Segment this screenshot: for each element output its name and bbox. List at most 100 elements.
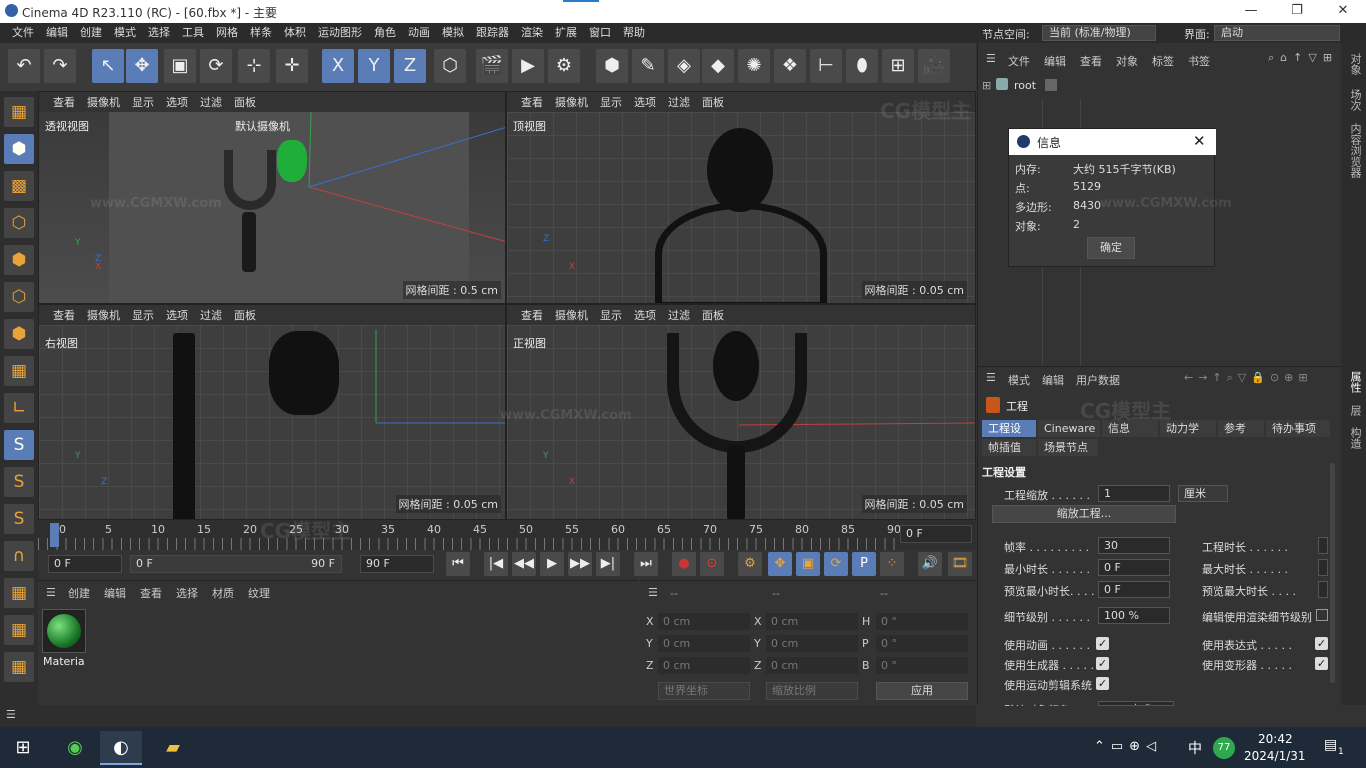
toolbar-tool-icon[interactable]: ⚙ (548, 49, 580, 83)
menu-item[interactable]: 工具 (176, 23, 210, 43)
vp-menu-view[interactable]: 查看 (515, 307, 549, 323)
menu-item[interactable]: 编辑 (40, 23, 74, 43)
mat-menu-select[interactable]: 选择 (176, 585, 198, 601)
key-scale-icon[interactable]: ▣ (796, 552, 820, 576)
vp-menu-options[interactable]: 选项 (160, 94, 194, 110)
left-tool-icon[interactable]: ∟ (4, 393, 34, 423)
vp-menu-camera[interactable]: 摄像机 (549, 307, 594, 323)
coord-field[interactable]: 0 cm (766, 635, 858, 652)
side-tab-attributes[interactable]: 属性 (1347, 371, 1363, 393)
obj-menu-file[interactable]: 文件 (1008, 53, 1030, 69)
menu-item[interactable]: 网格 (210, 23, 244, 43)
left-tool-icon[interactable]: ▦ (4, 578, 34, 608)
notification-icon[interactable]: ▤ (1324, 737, 1337, 753)
current-frame-field[interactable]: 0 F (900, 525, 972, 543)
toolbar-tool-icon[interactable]: ↷ (44, 49, 76, 83)
left-tool-icon[interactable]: ▦ (4, 97, 34, 127)
coord-field[interactable]: 0 cm (766, 613, 858, 630)
prev-key-button[interactable]: |◀ (484, 552, 508, 576)
attr-field-value[interactable] (1318, 581, 1328, 598)
object-toolbar-icons[interactable]: ⌕⌂↑▽⊞ (1268, 51, 1338, 65)
viewport-right[interactable]: 查看 摄像机 显示 选项 过滤 面板 右视图 网格间距 : 0.05 cm Y … (38, 304, 506, 520)
go-start-button[interactable]: ⏮ (446, 552, 470, 576)
menu-item[interactable]: 运动图形 (312, 23, 368, 43)
windows-start-icon[interactable]: ⊞ (2, 731, 44, 765)
hamburger-icon[interactable]: ☰ (6, 708, 16, 721)
side-tab-layers[interactable]: 层 (1347, 405, 1363, 416)
obj-menu-object[interactable]: 对象 (1116, 53, 1138, 69)
key-param-icon[interactable]: P (852, 552, 876, 576)
ok-button[interactable]: 确定 (1087, 237, 1135, 259)
coord-field[interactable]: 0 cm (658, 635, 750, 652)
vp-menu-camera[interactable]: 摄像机 (549, 94, 594, 110)
side-tab-structure[interactable]: 构造 (1347, 427, 1363, 449)
layer-tag-icon[interactable] (1045, 79, 1057, 91)
toolbar-tool-icon[interactable]: ◆ (702, 49, 734, 83)
menu-item[interactable]: 窗口 (583, 23, 617, 43)
menu-item[interactable]: 选择 (142, 23, 176, 43)
toolbar-tool-icon[interactable]: ⬢ (596, 49, 628, 83)
clock-date[interactable]: 2024/1/31 (1244, 749, 1306, 763)
project-scale-field[interactable]: 1 (1098, 485, 1170, 502)
obj-menu-view[interactable]: 查看 (1080, 53, 1102, 69)
autokey-button[interactable]: ⊙ (700, 552, 724, 576)
apply-button[interactable]: 应用 (876, 682, 968, 700)
browser-icon[interactable]: ◉ (54, 731, 96, 765)
toolbar-tool-icon[interactable]: ▶ (512, 49, 544, 83)
minimize-button[interactable]: — (1228, 0, 1274, 23)
ime-indicator[interactable]: 中 (1188, 738, 1202, 758)
menu-item[interactable]: 渲染 (515, 23, 549, 43)
menu-item[interactable]: 模式 (108, 23, 142, 43)
next-frame-button[interactable]: ▶▶ (568, 552, 592, 576)
toolbar-tool-icon[interactable]: ⊹ (238, 49, 270, 83)
attr-checkbox[interactable]: ✓ (1315, 637, 1328, 650)
attr-checkbox[interactable]: ✓ (1096, 637, 1109, 650)
vp-menu-view[interactable]: 查看 (47, 307, 81, 323)
tab-reference[interactable]: 参考 (1218, 420, 1264, 437)
world-coords-select[interactable]: 世界坐标 (658, 682, 750, 700)
scale-select[interactable]: 缩放比例 (766, 682, 858, 700)
material-swatch[interactable] (42, 609, 86, 653)
menu-item[interactable]: 创建 (74, 23, 108, 43)
play-button[interactable]: ▶ (540, 552, 564, 576)
attr-field-value[interactable] (1318, 537, 1328, 554)
expand-icon[interactable]: ⊞ (982, 79, 991, 92)
menu-item[interactable]: 帮助 (617, 23, 651, 43)
dialog-close-icon[interactable]: ✕ (1193, 132, 1206, 150)
key-move-icon[interactable]: ✥ (768, 552, 792, 576)
menu-item[interactable]: 扩展 (549, 23, 583, 43)
tab-frame-interp[interactable]: 帧插值 (982, 439, 1036, 456)
menu-item[interactable]: 动画 (402, 23, 436, 43)
toolbar-tool-icon[interactable]: ❖ (774, 49, 806, 83)
next-key-button[interactable]: ▶| (596, 552, 620, 576)
attr-field-value[interactable]: 0 F (1098, 581, 1170, 598)
obj-menu-edit[interactable]: 编辑 (1044, 53, 1066, 69)
left-tool-icon[interactable]: ▩ (4, 171, 34, 201)
vp-menu-options[interactable]: 选项 (160, 307, 194, 323)
attr-toolbar-icons[interactable]: ←→↑⌕▽🔒⊙⊕⊞ (1184, 371, 1313, 385)
mat-menu-create[interactable]: 创建 (68, 585, 90, 601)
side-tab-content-browser[interactable]: 内容浏览器 (1347, 123, 1363, 178)
vp-menu-filter[interactable]: 过滤 (194, 94, 228, 110)
toolbar-tool-icon[interactable]: Z (394, 49, 426, 83)
attr-menu-mode[interactable]: 模式 (1008, 372, 1030, 388)
toolbar-tool-icon[interactable]: 🎥 (918, 49, 950, 83)
mat-menu-view[interactable]: 查看 (140, 585, 162, 601)
maximize-button[interactable]: ❐ (1274, 0, 1320, 23)
default-color-select[interactable]: 60% 灰色 (1098, 701, 1174, 706)
coord-field[interactable]: 0 cm (658, 613, 750, 630)
attr-checkbox[interactable]: ✓ (1315, 657, 1328, 670)
keyframe-settings-icon[interactable]: ⚙ (738, 552, 762, 576)
vp-menu-panel[interactable]: 面板 (228, 307, 262, 323)
left-tool-icon[interactable]: ∩ (4, 541, 34, 571)
project-scale-unit[interactable]: 厘米 (1178, 485, 1228, 502)
toolbar-tool-icon[interactable]: ◈ (668, 49, 700, 83)
frame-range-slider[interactable]: 0 F 90 F (130, 555, 342, 573)
toolbar-tool-icon[interactable]: ⬡ (434, 49, 466, 83)
root-object[interactable]: root (1014, 79, 1036, 92)
toolbar-tool-icon[interactable]: ✥ (126, 49, 158, 83)
vp-menu-panel[interactable]: 面板 (696, 94, 730, 110)
left-tool-icon[interactable]: ⬢ (4, 134, 34, 164)
menu-item[interactable]: 模拟 (436, 23, 470, 43)
sound-icon[interactable]: 🔊 (918, 552, 942, 576)
